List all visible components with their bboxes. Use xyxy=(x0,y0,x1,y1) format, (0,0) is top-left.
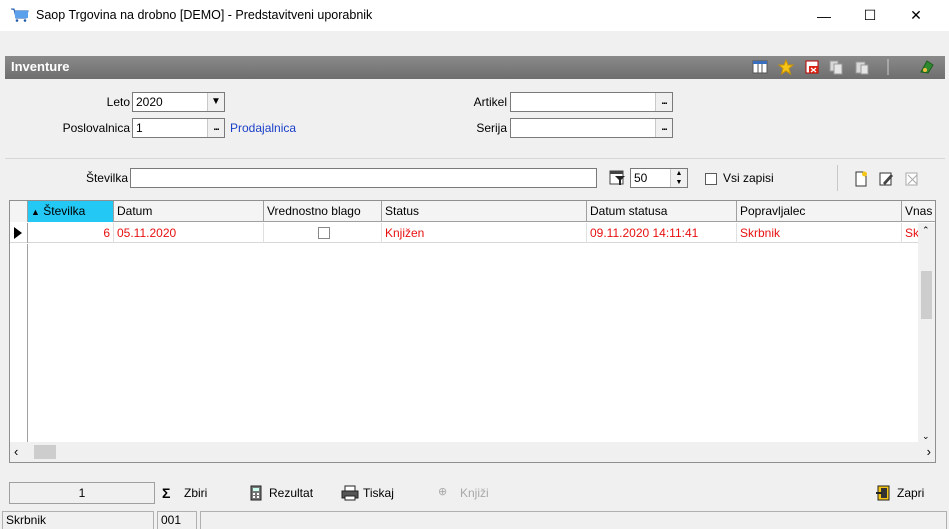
chevron-down-icon[interactable]: ⌄ xyxy=(922,431,930,442)
row-indicator-column xyxy=(10,244,28,444)
artikel-label: Artikel xyxy=(473,95,507,109)
cell-status: Knjižen xyxy=(382,223,587,243)
post-icon: ⊕ xyxy=(438,486,448,498)
rezultat-button[interactable]: Rezultat xyxy=(247,483,313,503)
horizontal-scrollbar[interactable]: ‹ › xyxy=(10,442,935,462)
bottom-toolbar: 1 Σ Zbiri Rezultat Tiskaj ⊕ Knjiži Zapri xyxy=(5,479,945,506)
separator-icon xyxy=(887,59,889,75)
poslovalnica-field[interactable]: 1 ... xyxy=(132,118,225,138)
toolbar-divider xyxy=(837,165,838,191)
cell-datum: 05.11.2020 xyxy=(114,223,264,243)
cell-datum-statusa: 09.11.2020 14:11:41 xyxy=(587,223,737,243)
cell-vrednostno-blago[interactable] xyxy=(264,223,382,243)
exit-door-icon xyxy=(876,485,890,501)
column-header-stevilka-label: Številka xyxy=(43,204,86,218)
status-code: 001 xyxy=(157,511,197,529)
chevron-up-icon[interactable]: ⌃ xyxy=(922,225,930,236)
exit-icon[interactable] xyxy=(919,59,935,75)
artikel-field[interactable]: ... xyxy=(510,92,673,112)
ellipsis-button[interactable]: ... xyxy=(655,119,672,137)
limit-spinner[interactable]: 50 ▲ ▼ xyxy=(630,168,688,188)
column-header-vrednostno-blago[interactable]: Vrednostno blago xyxy=(264,201,382,222)
column-header-popravljalec[interactable]: Popravljalec xyxy=(737,201,902,222)
delete-document-icon[interactable] xyxy=(904,171,920,187)
chevron-down-icon[interactable]: ▼ xyxy=(207,93,224,111)
row-pointer-icon xyxy=(10,223,28,243)
sort-ascending-icon: ▲ xyxy=(31,207,40,217)
copy-icon[interactable] xyxy=(828,59,844,75)
stevilka-search-input[interactable] xyxy=(130,168,597,188)
columns-icon[interactable] xyxy=(752,59,768,75)
new-document-icon[interactable] xyxy=(853,171,869,187)
title-bar: Saop Trgovina na drobno [DEMO] - Predsta… xyxy=(0,0,949,31)
leto-select[interactable]: 2020 ▼ xyxy=(132,92,225,112)
zbiri-label: Zbiri xyxy=(184,486,208,500)
filter-icon[interactable] xyxy=(609,170,627,187)
leto-label: Leto xyxy=(106,95,130,109)
close-button[interactable]: ✕ xyxy=(893,0,939,31)
poslovalnica-name-link[interactable]: Prodajalnica xyxy=(230,121,296,135)
vsi-zapisi-label: Vsi zapisi xyxy=(723,171,774,185)
section-title: Inventure xyxy=(11,59,70,74)
status-bar: Skrbnik 001 xyxy=(0,509,949,529)
cell-popravljalec: Skrbnik xyxy=(737,223,902,243)
filter-panel: Leto 2020 ▼ Poslovalnica 1 ... Prodajaln… xyxy=(5,80,945,154)
leto-value: 2020 xyxy=(136,95,163,109)
vsi-zapisi-checkbox[interactable] xyxy=(705,173,717,185)
column-header-datum[interactable]: Datum xyxy=(114,201,264,222)
search-strip: Številka 50 ▲ ▼ Vsi zapisi xyxy=(5,158,945,198)
close-red-icon[interactable] xyxy=(804,59,820,75)
header-indicator xyxy=(10,201,28,222)
grid-header: ▲ Številka Datum Vrednostno blago Status… xyxy=(10,201,935,222)
calculator-icon xyxy=(250,485,262,501)
knjizi-label: Knjiži xyxy=(460,486,489,500)
zbiri-button[interactable]: Σ Zbiri xyxy=(162,483,207,503)
spinner-arrows-icon[interactable]: ▲ ▼ xyxy=(670,169,687,187)
edit-document-icon[interactable] xyxy=(878,171,894,187)
sigma-icon: Σ xyxy=(162,485,171,501)
ellipsis-button[interactable]: ... xyxy=(655,93,672,111)
window-title: Saop Trgovina na drobno [DEMO] - Predsta… xyxy=(36,8,373,22)
stevilka-label: Številka xyxy=(85,171,128,185)
maximize-button[interactable]: ☐ xyxy=(847,0,893,31)
chevron-left-icon[interactable]: ‹ xyxy=(14,444,18,459)
column-header-status[interactable]: Status xyxy=(382,201,587,222)
zapri-label: Zapri xyxy=(897,486,925,500)
column-header-vnasalec[interactable]: Vnas xyxy=(902,201,935,222)
cell-stevilka: 6 xyxy=(28,223,114,243)
tiskaj-button[interactable]: Tiskaj xyxy=(341,483,394,503)
rezultat-label: Rezultat xyxy=(269,486,314,500)
zapri-button[interactable]: Zapri xyxy=(875,483,924,503)
horizontal-scroll-thumb[interactable] xyxy=(34,445,56,459)
minimize-button[interactable]: — xyxy=(801,0,847,31)
status-user: Skrbnik xyxy=(2,511,154,529)
app-cart-icon xyxy=(11,8,29,22)
serija-label: Serija xyxy=(476,121,507,135)
limit-value: 50 xyxy=(634,171,648,185)
vertical-scroll-thumb[interactable] xyxy=(921,271,932,319)
vertical-scrollbar[interactable]: ⌃ ⌄ xyxy=(918,223,935,444)
vrednostno-blago-checkbox[interactable] xyxy=(318,227,330,239)
chevron-right-icon[interactable]: › xyxy=(927,444,931,459)
star-icon[interactable] xyxy=(778,59,794,75)
record-count: 1 xyxy=(9,482,155,504)
poslovalnica-label: Poslovalnica xyxy=(62,121,130,135)
knjizi-button[interactable]: ⊕ Knjiži xyxy=(438,483,489,503)
paste-icon[interactable] xyxy=(854,59,870,75)
printer-icon xyxy=(341,485,359,501)
column-header-stevilka[interactable]: ▲ Številka xyxy=(28,201,114,222)
table-row[interactable]: 6 05.11.2020 Knjižen 09.11.2020 14:11:41… xyxy=(10,223,935,243)
inventure-grid[interactable]: ▲ Številka Datum Vrednostno blago Status… xyxy=(9,200,936,463)
tiskaj-label: Tiskaj xyxy=(363,486,394,500)
serija-field[interactable]: ... xyxy=(510,118,673,138)
section-header: Inventure xyxy=(5,56,945,79)
column-header-datum-statusa[interactable]: Datum statusa xyxy=(587,201,737,222)
status-message xyxy=(200,511,947,529)
poslovalnica-value: 1 xyxy=(136,121,143,135)
ellipsis-button[interactable]: ... xyxy=(207,119,224,137)
